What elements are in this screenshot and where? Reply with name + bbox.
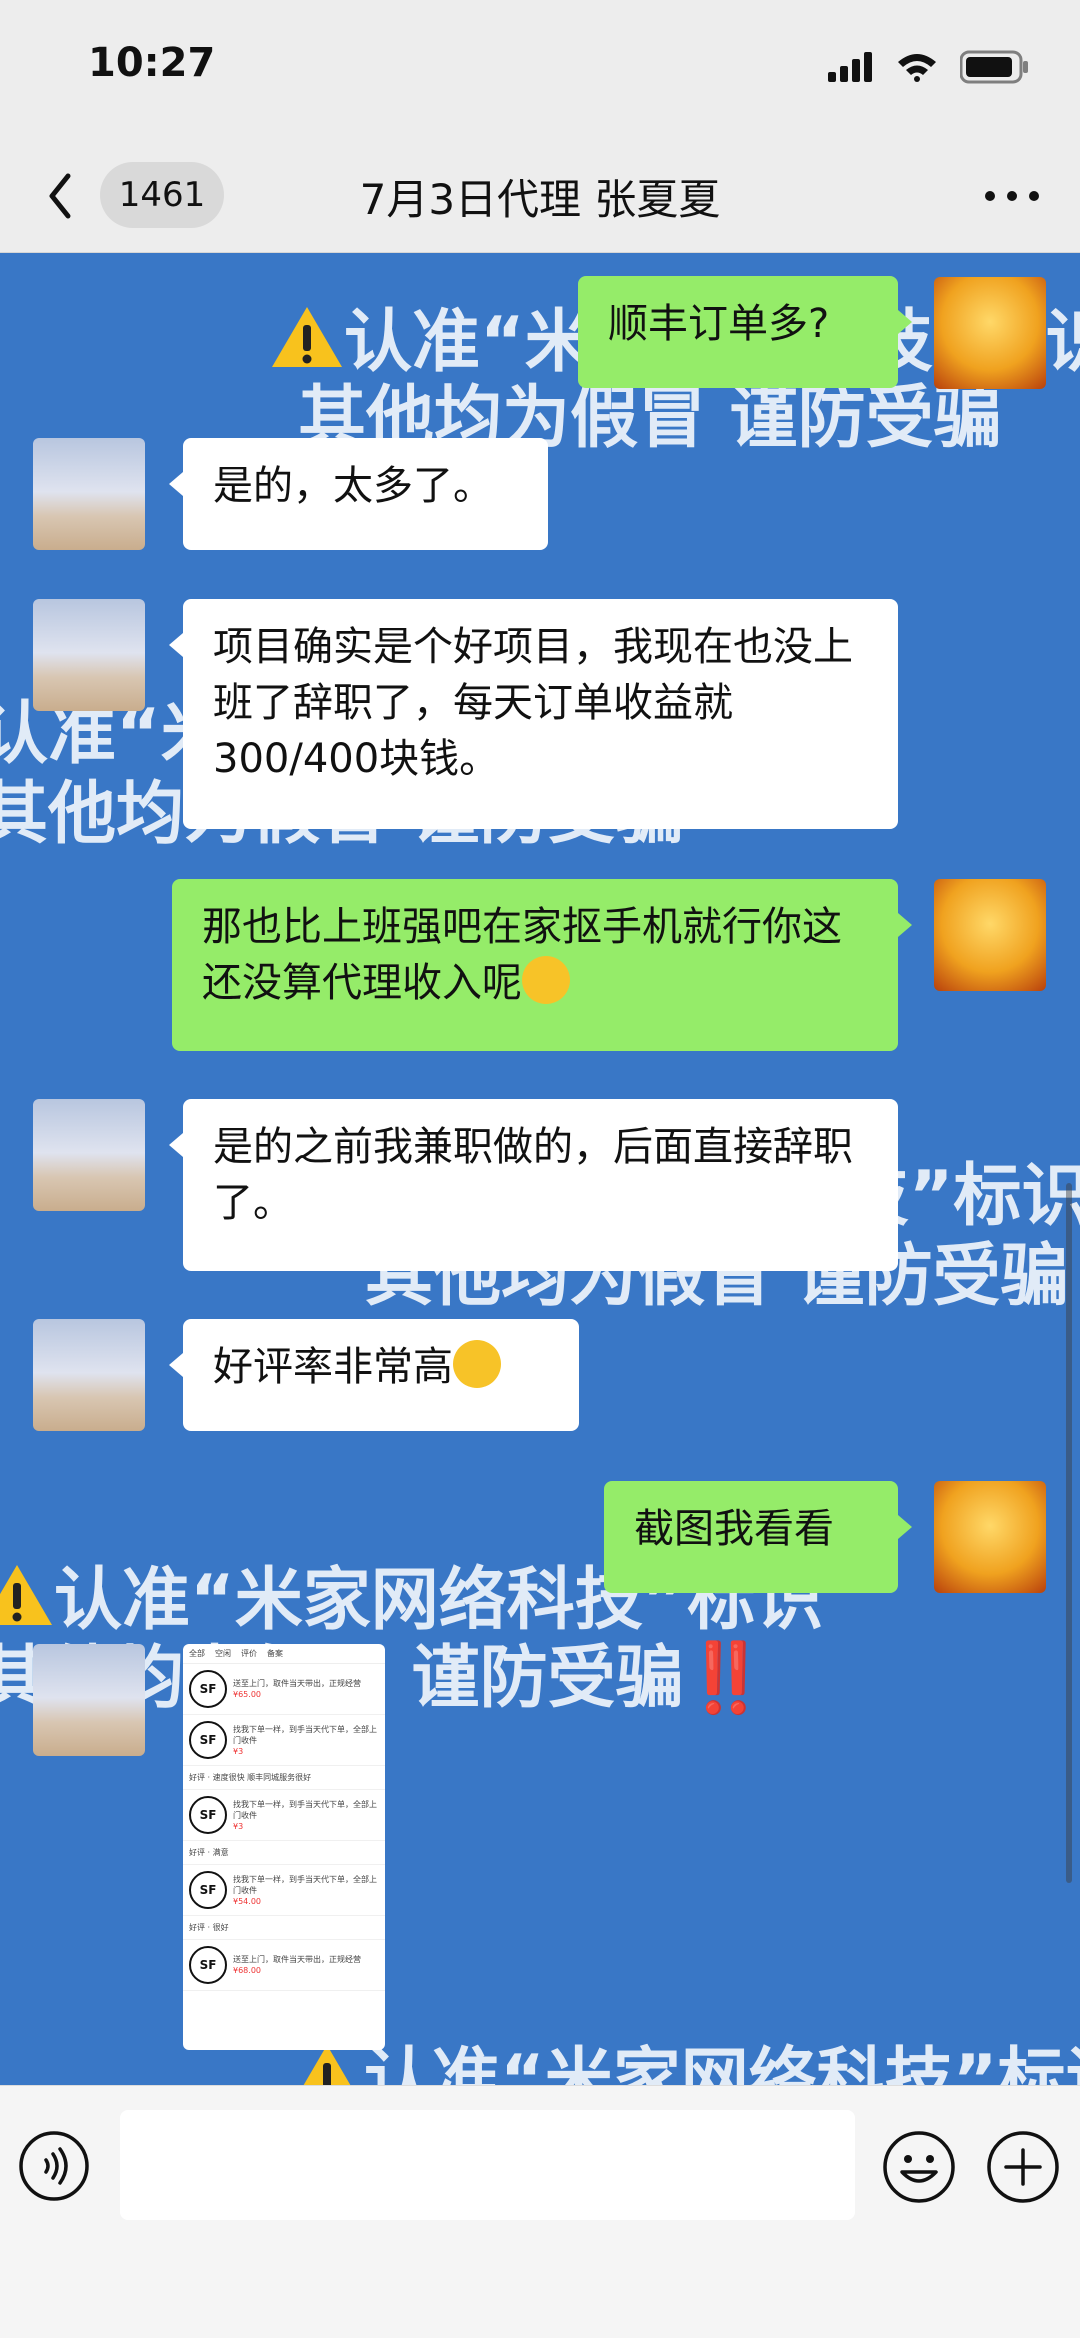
message-text: 好评率非常高 [213,1344,453,1390]
avatar-contact[interactable] [33,438,145,550]
avatar-self[interactable] [934,277,1046,389]
laugh-crying-emoji-icon [522,956,570,1004]
chat-title: 7月3日代理 张夏夏 [359,175,721,224]
sf-logo-icon: SF [189,1871,227,1909]
screenshot-row-text: 送至上门，取件当天带出，正规经营 [233,1679,361,1688]
chat-area[interactable]: 认准“米家网络科技”标识 其他均为假冒 谨防受骗 认准“米家网络科技”标识 其他… [0,253,1080,2085]
screenshot-row-text: 送至上门，取件当天带出，正规经营 [233,1955,361,1964]
screenshot-row: SF 送至上门，取件当天带出，正规经营 ¥65.00 [183,1664,385,1715]
screenshot-row-text: 好评 · 满意 [189,1848,229,1857]
thinking-emoji-icon [453,1340,501,1388]
status-bar: 10:27 [0,0,1080,140]
screenshot-row-price: ¥68.00 [233,1966,261,1975]
screenshot-row-text: 找我下单一样，到手当天代下单，全部上门收件 [233,1799,377,1820]
message-bubble-outgoing[interactable]: 那也比上班强吧在家抠手机就行你这还没算代理收入呢 [172,879,912,1051]
more-options-icon[interactable] [982,188,1042,204]
status-icons [828,50,1030,84]
message-bubble-outgoing[interactable]: 截图我看看 [604,1481,912,1593]
screenshot-row: 好评 · 满意 [183,1841,385,1865]
screenshot-tab: 空闲 [215,1649,231,1658]
screenshot-row: SF 找我下单一样，到手当天代下单，全部上门收件 ¥3 [183,1715,385,1766]
message-bubble-incoming[interactable]: 是的之前我兼职做的，后面直接辞职了。 [169,1099,898,1271]
screenshot-row-price: ¥3 [233,1746,244,1756]
screenshot-row-text: 好评 · 很好 [189,1923,229,1932]
message-bubble-incoming[interactable]: 好评率非常高 [169,1319,579,1431]
warning-icon [272,307,342,367]
message-input[interactable] [120,2110,855,2220]
battery-icon [960,50,1028,84]
scrollbar[interactable] [1066,1183,1072,1883]
avatar-self[interactable] [934,879,1046,991]
screenshot-row: SF 找我下单一样，到手当天代下单，全部上门收件 ¥54.00 [183,1865,385,1916]
message-bubble-outgoing[interactable]: 顺丰订单多? [578,276,912,388]
screenshot-row-text: 找我下单一样，到手当天代下单，全部上门收件 [233,1874,377,1895]
message-bubble-incoming[interactable]: 项目确实是个好项目，我现在也没上班了辞职了，每天订单收益就300/400块钱。 [169,599,898,829]
image-message-screenshot[interactable]: 全部 空闲 评价 备案 SF 送至上门，取件当天带出，正规经营 ¥65.00 SF 找… [183,1644,385,2050]
screenshot-tab: 全部 [189,1649,205,1658]
warning-icon [0,1565,52,1625]
screenshot-row: SF 找我下单一样，到手当天代下单，全部上门收件 ¥3 [183,1790,385,1841]
status-time: 10:27 [88,40,216,86]
watermark-exclaim: ‼️ [683,1639,769,1718]
avatar-contact[interactable] [33,1319,145,1431]
screenshot-row-price: ¥54.00 [233,1896,261,1906]
screenshot-row-text: 好评 · 速度很快 顺丰同城服务很好 [189,1773,312,1782]
message-bubble-incoming[interactable]: 是的，太多了。 [169,438,548,550]
screenshot-tabs: 全部 空闲 评价 备案 [183,1644,385,1664]
signal-icon [828,52,872,82]
screenshot-row: 好评 · 很好 [183,1916,385,1940]
sf-logo-icon: SF [189,1721,227,1759]
screenshot-tab: 备案 [267,1649,283,1658]
avatar-self[interactable] [934,1481,1046,1593]
sf-logo-icon: SF [189,1946,227,1984]
screenshot-row: 好评 · 速度很快 顺丰同城服务很好 [183,1766,385,1790]
input-bar [0,2085,1080,2338]
avatar-contact[interactable] [33,1644,145,1756]
emoji-picker-icon[interactable] [882,2130,956,2204]
avatar-contact[interactable] [33,599,145,711]
add-attachment-icon[interactable] [986,2130,1060,2204]
screenshot-row-price: ¥3 [233,1821,244,1831]
screenshot-row: SF 送至上门，取件当天带出，正规经营 ¥68.00 [183,1940,385,1991]
sf-logo-icon: SF [189,1796,227,1834]
voice-input-icon[interactable] [18,2130,90,2202]
watermark-text: 认准“米家网络科技”标识 [364,2041,1080,2086]
sf-logo-icon: SF [189,1670,227,1708]
chat-header: 1461 7月3日代理 张夏夏 [0,140,1080,253]
message-text: 那也比上班强吧在家抠手机就行你这还没算代理收入呢 [202,904,842,1006]
screenshot-row-price: ¥65.00 [233,1690,261,1699]
screenshot-tab: 评价 [241,1649,257,1658]
watermark-line: 认准“米家网络科技”标识 [290,2043,1080,2085]
avatar-contact[interactable] [33,1099,145,1211]
screenshot-row-text: 找我下单一样，到手当天代下单，全部上门收件 [233,1724,377,1745]
wifi-icon [898,54,936,82]
